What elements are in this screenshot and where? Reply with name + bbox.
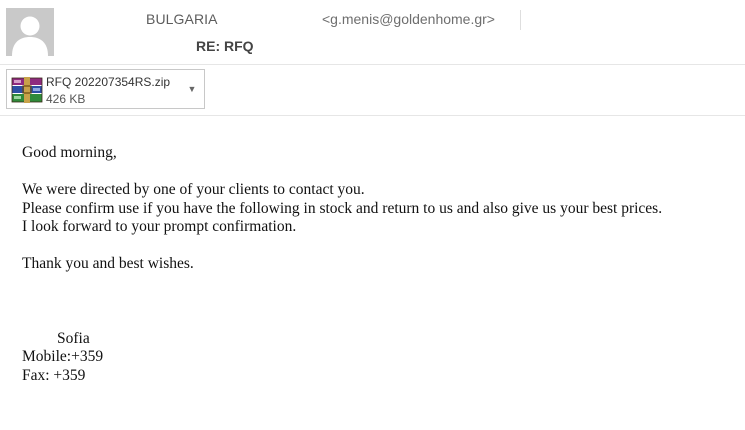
email-subject: RE: RFQ <box>196 38 254 54</box>
header-separator <box>520 10 521 30</box>
person-placeholder-icon <box>6 8 54 56</box>
chevron-down-icon[interactable]: ▼ <box>186 82 198 96</box>
body-line: Please confirm use if you have the follo… <box>22 199 663 217</box>
greeting-text: Good morning, <box>22 144 117 161</box>
email-body: Good morning, We were directed by one of… <box>22 144 662 385</box>
signature-fax: Fax: +359 <box>22 366 86 384</box>
body-line: We were directed by one of your clients … <box>22 181 365 198</box>
attachment-divider <box>0 115 745 116</box>
sender-avatar[interactable] <box>6 8 54 56</box>
sender-name[interactable]: BULGARIA <box>146 11 218 27</box>
signature-mobile: Mobile:+359 <box>22 348 104 365</box>
winrar-archive-icon <box>11 77 43 103</box>
email-reading-pane: BULGARIA <g.menis@goldenhome.gr> RE: RFQ… <box>0 0 745 430</box>
sender-email[interactable]: <g.menis@goldenhome.gr> <box>322 11 495 27</box>
body-line: I look forward to your prompt confirmati… <box>22 218 297 235</box>
header-divider <box>0 64 745 65</box>
attachment-file-name: RFQ 202207354RS.zip <box>46 75 171 89</box>
signature-name: Sofia <box>57 329 90 347</box>
attachment-chip[interactable]: RFQ 202207354RS.zip 426 KB ▼ <box>6 69 205 109</box>
closing-text: Thank you and best wishes. <box>22 255 194 272</box>
attachment-file-size: 426 KB <box>46 92 86 106</box>
